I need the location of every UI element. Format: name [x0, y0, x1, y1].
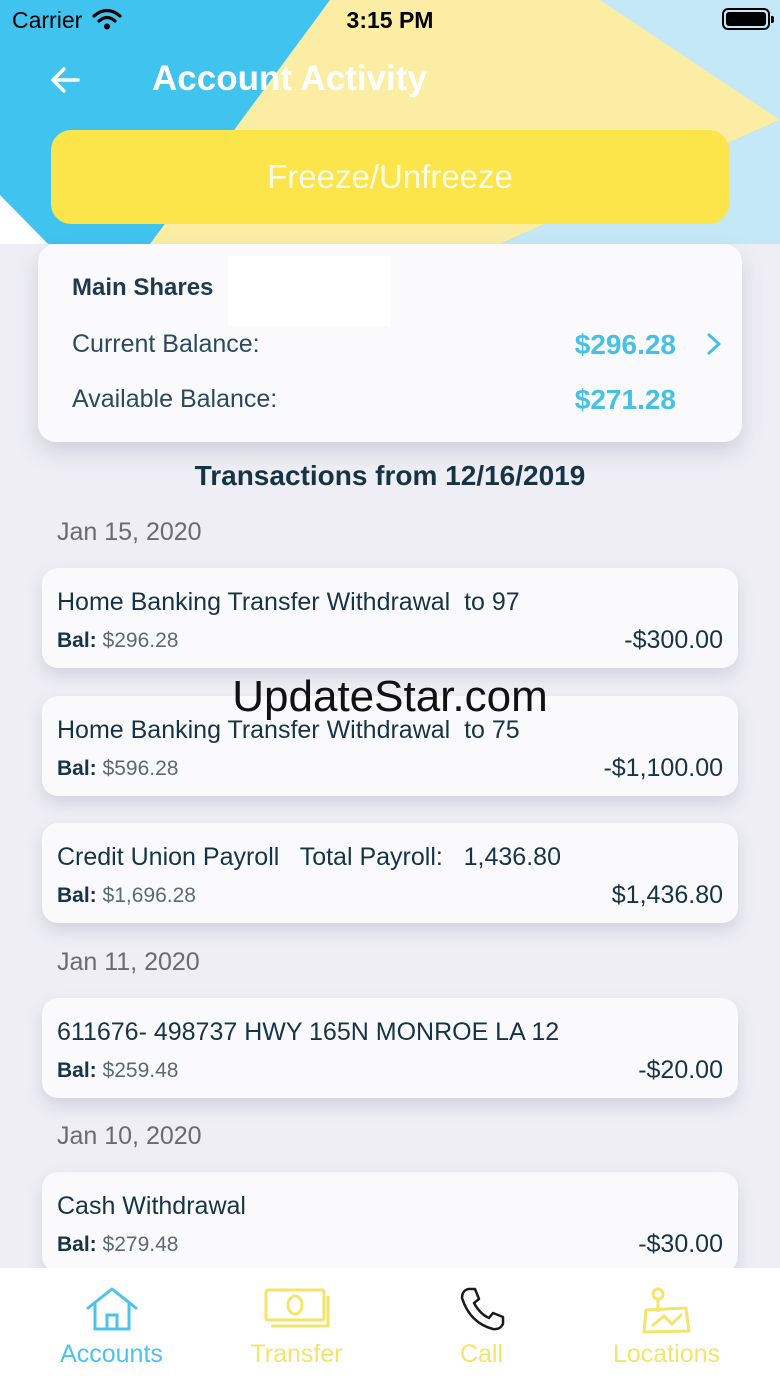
- transaction-balance: Bal: $1,696.28: [57, 884, 196, 908]
- transaction-row[interactable]: Cash Withdrawal Bal: $279.48 -$30.00: [42, 1172, 738, 1272]
- date-header: Jan 10, 2020: [57, 1122, 202, 1150]
- balance-value: $596.28: [102, 757, 179, 780]
- tab-label-accounts: Accounts: [60, 1340, 163, 1368]
- current-balance-value: $296.28: [574, 329, 676, 360]
- account-name: Main Shares: [72, 274, 214, 301]
- tab-transfer[interactable]: Transfer: [199, 1268, 394, 1387]
- balance-value: $296.28: [102, 629, 179, 652]
- available-balance-label: Available Balance:: [72, 385, 278, 413]
- current-balance-label: Current Balance:: [72, 330, 260, 358]
- date-header: Jan 15, 2020: [57, 518, 202, 546]
- back-button[interactable]: [46, 60, 86, 100]
- transaction-amount: -$30.00: [638, 1230, 723, 1258]
- balance-value: $279.48: [102, 1233, 179, 1256]
- status-time: 3:15 PM: [346, 7, 434, 33]
- transaction-description: Credit Union Payroll Total Payroll: 1,43…: [57, 843, 561, 871]
- transaction-description: Cash Withdrawal: [57, 1192, 246, 1220]
- page-title: Account Activity: [152, 59, 427, 98]
- redacted-area: [228, 256, 390, 326]
- transaction-balance: Bal: $279.48: [57, 1233, 178, 1257]
- balance-label: Bal:: [57, 1059, 97, 1082]
- transaction-amount: -$20.00: [638, 1056, 723, 1084]
- tab-locations[interactable]: Locations: [569, 1268, 764, 1387]
- available-balance-value: $271.28: [574, 384, 676, 415]
- balance-label: Bal:: [57, 629, 97, 652]
- balance-value: $259.48: [102, 1059, 179, 1082]
- transactions-heading: Transactions from 12/16/2019: [194, 460, 586, 491]
- tab-accounts[interactable]: Accounts: [14, 1268, 209, 1387]
- cash-icon: [264, 1288, 329, 1328]
- transaction-amount: -$300.00: [624, 626, 723, 654]
- tab-label-call: Call: [459, 1340, 504, 1368]
- transaction-balance: Bal: $259.48: [57, 1059, 178, 1083]
- status-bar: Carrier 3:15 PM: [0, 0, 780, 40]
- transaction-balance: Bal: $296.28: [57, 629, 178, 653]
- balance-value: $1,696.28: [102, 884, 196, 907]
- tab-call[interactable]: Call: [384, 1268, 579, 1387]
- transaction-balance: Bal: $596.28: [57, 757, 178, 781]
- tab-label-locations: Locations: [612, 1340, 721, 1368]
- transaction-row[interactable]: Credit Union Payroll Total Payroll: 1,43…: [42, 823, 738, 923]
- tab-label-transfer: Transfer: [250, 1340, 343, 1368]
- transaction-description: Home Banking Transfer Withdrawal to 97: [57, 588, 520, 616]
- transaction-amount: $1,436.80: [611, 881, 723, 909]
- date-header: Jan 11, 2020: [57, 948, 200, 976]
- chevron-right-icon[interactable]: [704, 332, 724, 356]
- balance-label: Bal:: [57, 1233, 97, 1256]
- freeze-unfreeze-button[interactable]: Freeze/Unfreeze: [51, 130, 729, 224]
- phone-icon: [460, 1287, 504, 1331]
- map-pin-icon: [642, 1287, 690, 1334]
- back-arrow-icon: [51, 67, 80, 93]
- balance-label: Bal:: [57, 757, 97, 780]
- home-icon: [86, 1287, 137, 1331]
- account-summary-card[interactable]: Main Shares Current Balance: $296.28 Ava…: [38, 244, 742, 442]
- tab-bar: Accounts Transfer Call Locations: [0, 1268, 780, 1387]
- battery-icon: [722, 8, 774, 30]
- balance-label: Bal:: [57, 884, 97, 907]
- watermark-text: UpdateStar.com: [232, 672, 548, 721]
- transaction-row[interactable]: Home Banking Transfer Withdrawal to 97 B…: [42, 568, 738, 668]
- transaction-description: 611676- 498737 HWY 165N MONROE LA 12: [57, 1018, 560, 1046]
- transaction-row[interactable]: 611676- 498737 HWY 165N MONROE LA 12 Bal…: [42, 998, 738, 1098]
- transaction-amount: -$1,100.00: [603, 754, 723, 782]
